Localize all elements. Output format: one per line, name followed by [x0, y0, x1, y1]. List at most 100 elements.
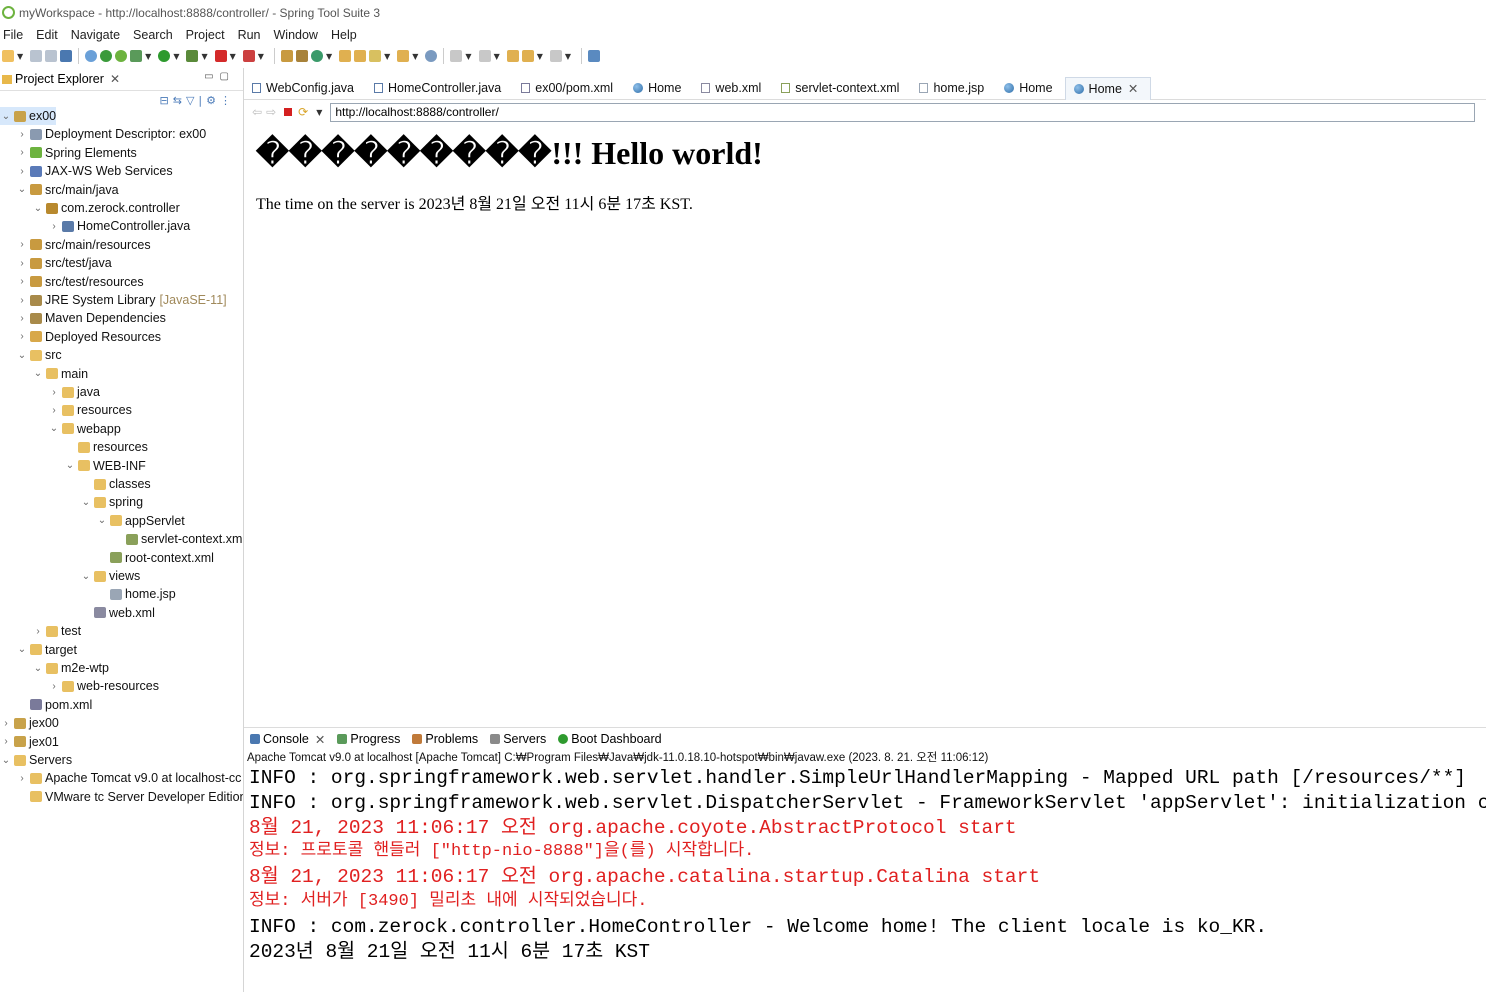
editor-tab[interactable]: web.xml — [693, 77, 773, 99]
tree-item[interactable]: home.jsp — [96, 585, 176, 603]
chevron-right-icon[interactable]: › — [16, 129, 28, 140]
console-tab-progress[interactable]: Progress — [337, 732, 400, 746]
open-task-icon[interactable] — [354, 50, 367, 62]
tree-item[interactable]: ⌄ main — [32, 365, 88, 383]
console-tab-boot-dashboard[interactable]: Boot Dashboard — [558, 732, 662, 746]
last-edit-location-icon[interactable] — [506, 50, 519, 62]
refresh-spring-icon[interactable] — [115, 50, 128, 62]
menu-run[interactable]: Run — [238, 28, 261, 42]
chevron-right-icon[interactable]: › — [48, 405, 60, 416]
console-tab-servers[interactable]: Servers — [490, 732, 546, 746]
tree-item[interactable]: ⌄ Servers — [0, 751, 72, 769]
tree-item[interactable]: pom.xml — [16, 696, 92, 714]
open-perspective-icon[interactable] — [588, 50, 601, 62]
forward-arrow-icon[interactable]: ⇨ — [266, 105, 276, 119]
tree-item[interactable]: resources — [64, 438, 148, 456]
chevron-right-icon[interactable]: › — [48, 221, 60, 232]
menu-window[interactable]: Window — [274, 28, 318, 42]
chevron-right-icon[interactable]: › — [0, 718, 12, 729]
close-icon[interactable]: ✕ — [110, 72, 120, 86]
chevron-right-icon[interactable]: › — [16, 313, 28, 324]
open-folder-icon[interactable] — [397, 50, 410, 62]
tree-item[interactable]: › src/main/resources — [16, 236, 150, 254]
chevron-down-icon[interactable]: ⌄ — [16, 184, 28, 195]
chevron-right-icon[interactable]: › — [16, 239, 28, 250]
collapse-link-filter-menu-icons[interactable]: ⊟⇆▽|⚙⋮ — [160, 94, 235, 107]
stop-server-icon[interactable] — [214, 50, 227, 62]
chevron-right-icon[interactable]: › — [16, 147, 28, 158]
tree-item[interactable]: › Maven Dependencies — [16, 309, 166, 327]
tree-item[interactable]: › HomeController.java — [48, 217, 190, 235]
chevron-down-icon[interactable]: ⌄ — [0, 111, 12, 122]
chevron-right-icon[interactable]: › — [16, 258, 28, 269]
chevron-right-icon[interactable]: › — [16, 773, 28, 784]
tree-item[interactable]: › resources — [48, 401, 132, 419]
tree-item[interactable]: › Deployment Descriptor: ex00 — [16, 125, 206, 143]
tree-item[interactable]: classes — [80, 475, 151, 493]
chevron-down-icon[interactable]: ▼ — [412, 52, 418, 61]
editor-tab[interactable]: Home — [625, 77, 693, 99]
tree-item[interactable]: ⌄ ex00 — [0, 107, 57, 125]
editor-tab[interactable]: HomeController.java — [366, 77, 513, 99]
chevron-down-icon[interactable]: ▼ — [494, 52, 500, 61]
chevron-down-icon[interactable]: ▼ — [258, 52, 264, 61]
project-explorer-tab[interactable]: Project Explorer ✕ ▭▢ — [0, 68, 243, 91]
menu-help[interactable]: Help — [331, 28, 357, 42]
tree-item[interactable]: › Apache Tomcat v9.0 at localhost-cc — [16, 769, 241, 787]
menu-search[interactable]: Search — [133, 28, 173, 42]
chevron-down-icon[interactable]: ▼ — [316, 108, 322, 117]
chevron-down-icon[interactable]: ⌄ — [80, 571, 92, 582]
editor-tab[interactable]: ex00/pom.xml — [513, 77, 625, 99]
console-tab-console[interactable]: Console ✕ — [250, 732, 325, 747]
chevron-down-icon[interactable]: ⌄ — [80, 497, 92, 508]
tree-item[interactable]: ⌄ webapp — [48, 420, 121, 438]
chevron-down-icon[interactable]: ⌄ — [0, 755, 12, 766]
tree-item[interactable]: › Spring Elements — [16, 144, 136, 162]
editor-tab[interactable]: servlet-context.xml — [773, 77, 911, 99]
tree-item[interactable]: root-context.xml — [96, 549, 214, 567]
chevron-down-icon[interactable]: ⌄ — [32, 368, 44, 379]
chevron-right-icon[interactable]: › — [48, 387, 60, 398]
open-type-icon[interactable] — [339, 50, 352, 62]
tree-item[interactable]: ⌄ target — [16, 641, 77, 659]
tree-item[interactable]: › JAX-WS Web Services — [16, 162, 172, 180]
external-tools-icon[interactable] — [242, 50, 255, 62]
coverage-icon[interactable] — [186, 50, 199, 62]
chevron-right-icon[interactable]: › — [16, 166, 28, 177]
debug-icon[interactable] — [130, 50, 143, 62]
tree-item[interactable]: ⌄ com.zerock.controller — [32, 199, 180, 217]
tree-item[interactable]: › jex00 — [0, 714, 59, 732]
stop-icon[interactable] — [284, 108, 293, 116]
tree-item[interactable]: web.xml — [80, 604, 155, 622]
editor-tab[interactable]: Home — [996, 77, 1064, 99]
tree-item[interactable]: VMware tc Server Developer Edition — [16, 788, 243, 806]
tree-item[interactable]: › web-resources — [48, 677, 159, 695]
tree-item[interactable]: ⌄ WEB-INF — [64, 457, 146, 475]
tree-item[interactable]: › src/test/resources — [16, 273, 143, 291]
chevron-right-icon[interactable]: › — [48, 681, 60, 692]
refresh-icon[interactable]: ⟳ — [298, 105, 308, 119]
editor-tab[interactable]: home.jsp — [911, 77, 996, 99]
tree-item[interactable]: ⌄ spring — [80, 493, 143, 511]
editor-tab[interactable]: WebConfig.java — [244, 77, 366, 99]
next-annotation-icon[interactable] — [450, 50, 463, 62]
new-java-project-icon[interactable] — [280, 50, 293, 62]
chevron-down-icon[interactable]: ▼ — [565, 52, 571, 61]
menu-edit[interactable]: Edit — [36, 28, 58, 42]
chevron-down-icon[interactable]: ⌄ — [48, 423, 60, 434]
chevron-down-icon[interactable]: ▼ — [17, 52, 23, 61]
tree-item[interactable]: › Deployed Resources — [16, 328, 161, 346]
menu-project[interactable]: Project — [186, 28, 225, 42]
chevron-down-icon[interactable]: ▼ — [230, 52, 236, 61]
chevron-down-icon[interactable]: ▼ — [326, 52, 332, 61]
tree-item[interactable]: ⌄ views — [80, 567, 140, 585]
chevron-down-icon[interactable]: ▼ — [465, 52, 471, 61]
chevron-right-icon[interactable]: › — [32, 626, 44, 637]
previous-annotation-icon[interactable] — [478, 50, 491, 62]
back-arrow-icon[interactable]: ⇦ — [252, 105, 262, 119]
forward-icon[interactable] — [549, 50, 562, 62]
chevron-down-icon[interactable]: ⌄ — [96, 515, 108, 526]
editor-tab[interactable]: Home ✕ — [1064, 76, 1152, 100]
search-icon[interactable] — [369, 50, 382, 62]
chevron-down-icon[interactable]: ▼ — [173, 52, 179, 61]
